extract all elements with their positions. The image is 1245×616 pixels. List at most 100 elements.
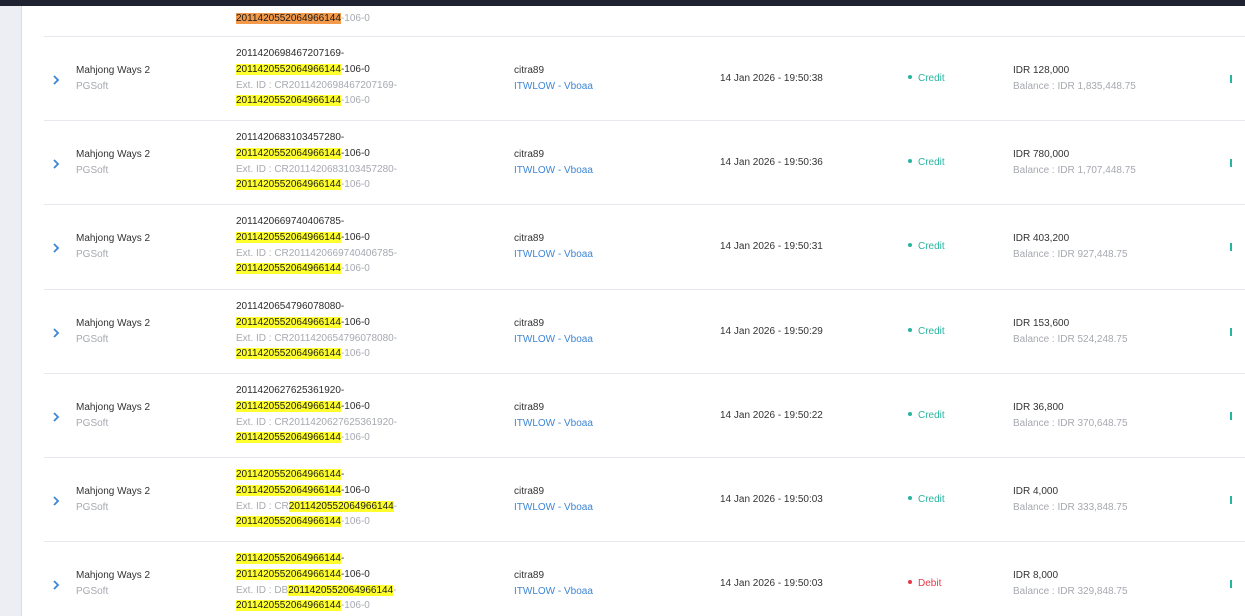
amount-cell: IDR 153,600 Balance : IDR 524,248.75 [1013,316,1128,348]
transaction-table: 2011420552064966144-106-0 Mahjong Ways 2… [44,6,1245,616]
game-cell: Mahjong Ways 2 PGSoft [76,231,150,263]
username: citra89 [514,318,545,329]
balance: Balance : IDR 1,707,448.75 [1013,165,1136,176]
transaction-id-cell: 2011420683103457280- 2011420552064966144… [236,132,398,191]
game-cell: Mahjong Ways 2 PGSoft [76,316,150,348]
agent-link[interactable]: ITWLOW - Vboaa [514,500,593,516]
chevron-right-icon[interactable] [51,327,61,339]
cut-off-indicator [1230,243,1238,253]
agent-link[interactable]: ITWLOW - Vboaa [514,332,593,348]
transaction-id-cell: 2011420627625361920- 2011420552064966144… [236,385,398,444]
sidebar-rail [0,6,22,616]
amount: IDR 153,600 [1013,318,1070,329]
table-row[interactable]: Mahjong Ways 2 PGSoft 201142062762536192… [44,374,1245,458]
agent-link[interactable]: ITWLOW - Vboaa [514,163,593,179]
game-cell: Mahjong Ways 2 PGSoft [76,568,150,600]
game-provider: PGSoft [76,334,109,345]
table-row[interactable]: Mahjong Ways 2 PGSoft 201142066974040678… [44,205,1245,290]
game-cell: Mahjong Ways 2 PGSoft [76,484,150,516]
game-provider: PGSoft [76,586,109,597]
game-provider: PGSoft [76,502,109,513]
username: citra89 [514,233,545,244]
cut-off-indicator [1230,328,1238,338]
balance: Balance : IDR 927,448.75 [1013,249,1128,260]
game-name: Mahjong Ways 2 [76,486,151,497]
game-provider: PGSoft [76,418,109,429]
status-badge: Credit [908,494,945,505]
transaction-id-cell: 2011420654796078080- 2011420552064966144… [236,301,398,360]
table-row[interactable]: Mahjong Ways 2 PGSoft 201142069846720716… [44,37,1245,121]
username: citra89 [514,570,545,581]
transaction-date: 14 Jan 2026 - 19:50:31 [720,241,823,252]
transaction-id-cell: 2011420698467207169- 2011420552064966144… [236,48,398,107]
status-dot-icon [908,328,912,333]
chevron-right-icon[interactable] [51,158,61,170]
game-name: Mahjong Ways 2 [76,149,151,160]
transaction-id-cell: 2011420552064966144- 2011420552064966144… [236,553,397,612]
balance: Balance : IDR 329,848.75 [1013,586,1128,597]
status-dot-icon [908,159,912,164]
table-row-partial: 2011420552064966144-106-0 [44,6,1245,37]
amount: IDR 128,000 [1013,65,1070,76]
agent-link[interactable]: ITWLOW - Vboaa [514,416,593,432]
cut-off-indicator [1230,412,1238,422]
game-cell: Mahjong Ways 2 PGSoft [76,63,150,95]
transaction-date: 14 Jan 2026 - 19:50:38 [720,73,823,84]
agent-link[interactable]: ITWLOW - Vboaa [514,79,593,95]
status-dot-icon [908,412,912,417]
table-row[interactable]: Mahjong Ways 2 PGSoft 201142068310345728… [44,121,1245,205]
transaction-date: 14 Jan 2026 - 19:50:03 [720,578,823,589]
amount-cell: IDR 128,000 Balance : IDR 1,835,448.75 [1013,63,1136,95]
amount-cell: IDR 780,000 Balance : IDR 1,707,448.75 [1013,147,1136,179]
game-name: Mahjong Ways 2 [76,402,151,413]
table-row[interactable]: Mahjong Ways 2 PGSoft 201142055206496614… [44,458,1245,542]
cut-off-indicator [1230,496,1238,506]
agent-link[interactable]: ITWLOW - Vboaa [514,584,593,600]
chevron-right-icon[interactable] [51,74,61,86]
table-row[interactable]: Mahjong Ways 2 PGSoft 201142055206496614… [44,542,1245,616]
status-dot-icon [908,496,912,501]
amount-cell: IDR 4,000 Balance : IDR 333,848.75 [1013,484,1128,516]
user-cell: citra89 ITWLOW - Vboaa [514,316,593,348]
chevron-right-icon[interactable] [51,495,61,507]
status-dot-icon [908,75,912,80]
game-provider: PGSoft [76,81,109,92]
balance: Balance : IDR 524,248.75 [1013,334,1128,345]
status-badge: Credit [908,326,945,337]
chevron-right-icon[interactable] [51,579,61,591]
transaction-id-cell: 2011420669740406785- 2011420552064966144… [236,216,398,275]
chevron-right-icon[interactable] [51,411,61,423]
amount: IDR 36,800 [1013,402,1064,413]
user-cell: citra89 ITWLOW - Vboaa [514,400,593,432]
search-highlight-current: 2011420552064966144 [236,13,341,24]
username: citra89 [514,486,545,497]
transaction-id-partial: 2011420552064966144-106-0 [236,13,370,24]
status-badge: Credit [908,410,945,421]
status-dot-icon [908,580,912,585]
game-cell: Mahjong Ways 2 PGSoft [76,400,150,432]
game-name: Mahjong Ways 2 [76,318,151,329]
agent-link[interactable]: ITWLOW - Vboaa [514,247,593,263]
status-badge: Credit [908,157,945,168]
username: citra89 [514,65,545,76]
user-cell: citra89 ITWLOW - Vboaa [514,484,593,516]
transaction-date: 14 Jan 2026 - 19:50:29 [720,326,823,337]
user-cell: citra89 ITWLOW - Vboaa [514,63,593,95]
user-cell: citra89 ITWLOW - Vboaa [514,568,593,600]
status-badge: Debit [908,578,941,589]
balance: Balance : IDR 370,648.75 [1013,418,1128,429]
username: citra89 [514,149,545,160]
amount: IDR 4,000 [1013,486,1059,497]
transaction-date: 14 Jan 2026 - 19:50:22 [720,410,823,421]
balance: Balance : IDR 1,835,448.75 [1013,81,1136,92]
chevron-right-icon[interactable] [51,242,61,254]
game-cell: Mahjong Ways 2 PGSoft [76,147,150,179]
amount-cell: IDR 403,200 Balance : IDR 927,448.75 [1013,231,1128,263]
amount-cell: IDR 36,800 Balance : IDR 370,648.75 [1013,400,1128,432]
cut-off-indicator [1230,75,1238,85]
table-row[interactable]: Mahjong Ways 2 PGSoft 201142065479607808… [44,290,1245,374]
amount: IDR 403,200 [1013,233,1070,244]
amount: IDR 8,000 [1013,570,1059,581]
transaction-date: 14 Jan 2026 - 19:50:03 [720,494,823,505]
status-badge: Credit [908,73,945,84]
